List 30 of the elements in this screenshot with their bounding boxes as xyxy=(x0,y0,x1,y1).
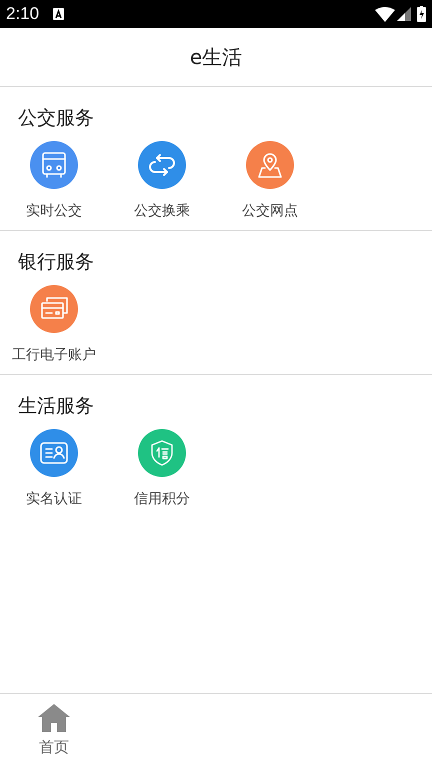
nav-tab[interactable]: 首页 xyxy=(0,694,108,768)
service-label: 公交换乘 xyxy=(134,202,190,220)
section-title: 生活服务 xyxy=(17,394,95,418)
wifi-icon xyxy=(375,6,395,22)
service-item[interactable]: 实时公交 xyxy=(0,141,108,220)
service-label: 实名认证 xyxy=(26,490,82,508)
notification-icon xyxy=(53,8,64,20)
id-card-icon xyxy=(39,441,69,465)
status-time: 2:10 xyxy=(6,3,40,26)
service-item[interactable]: 实名认证 xyxy=(0,429,108,508)
signal-icon xyxy=(397,7,411,21)
battery-icon xyxy=(417,6,426,22)
home-icon xyxy=(38,704,70,732)
nav-label: 首页 xyxy=(39,737,69,758)
service-label: 信用积分 xyxy=(134,490,190,508)
service-label: 实时公交 xyxy=(26,202,82,220)
service-label: 公交网点 xyxy=(242,202,298,220)
service-label: 工行电子账户 xyxy=(12,346,96,364)
bus-icon xyxy=(41,151,67,179)
swap-arrows-icon xyxy=(148,153,176,177)
shield-icon xyxy=(149,439,175,467)
section-title: 公交服务 xyxy=(17,106,95,130)
service-item[interactable]: 公交换乘 xyxy=(108,141,216,220)
service-item[interactable]: 信用积分 xyxy=(108,429,216,508)
map-pin-icon xyxy=(256,151,284,179)
service-item[interactable]: 公交网点 xyxy=(216,141,324,220)
cards-icon xyxy=(39,296,69,322)
section-title: 银行服务 xyxy=(17,250,95,274)
header-title: e生活 xyxy=(190,44,242,71)
service-item[interactable]: 工行电子账户 xyxy=(0,285,108,364)
